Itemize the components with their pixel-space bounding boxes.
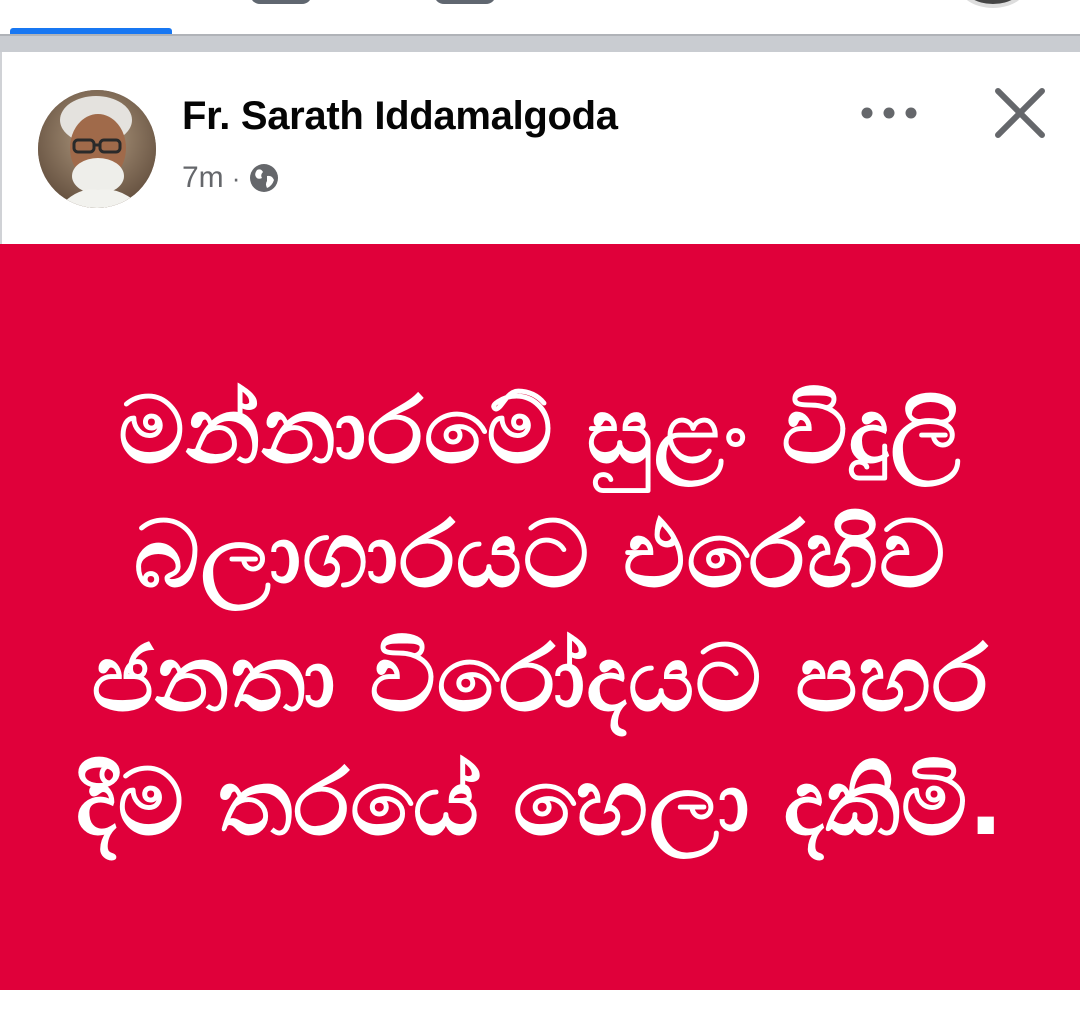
text-post-banner[interactable]: මන්නාරමේ සුළං විදුලි බලාගාරයට එරෙහිව ජනත…: [0, 244, 1080, 990]
top-navigation-bar: [0, 0, 1080, 34]
meta-separator: ·: [231, 162, 241, 193]
more-horizontal-icon: [861, 107, 917, 119]
author-avatar-portrait: [38, 90, 156, 208]
nav-tab-icon[interactable]: [434, 0, 496, 4]
profile-avatar-icon[interactable]: [958, 0, 1028, 8]
post-footer-space: [0, 990, 1080, 1012]
facebook-post-screen: Fr. Sarath Iddamalgoda 7m · මන්නාරමේ සුළ…: [0, 0, 1080, 1012]
close-icon: [995, 88, 1045, 138]
close-button[interactable]: [984, 80, 1056, 146]
nav-tab-icon[interactable]: [250, 0, 312, 4]
author-avatar[interactable]: [38, 90, 156, 208]
post-timestamp[interactable]: 7m: [182, 161, 224, 195]
feed-divider: [0, 34, 1080, 52]
banner-text: මන්නාරමේ සුළං විදුලි බලාගාරයට එරෙහිව ජනත…: [75, 377, 1005, 856]
more-options-button[interactable]: [852, 88, 926, 138]
globe-icon[interactable]: [248, 162, 280, 194]
post-card: Fr. Sarath Iddamalgoda 7m · මන්නාරමේ සුළ…: [0, 52, 1080, 1012]
post-meta: 7m ·: [182, 158, 280, 198]
author-name[interactable]: Fr. Sarath Iddamalgoda: [182, 94, 618, 139]
